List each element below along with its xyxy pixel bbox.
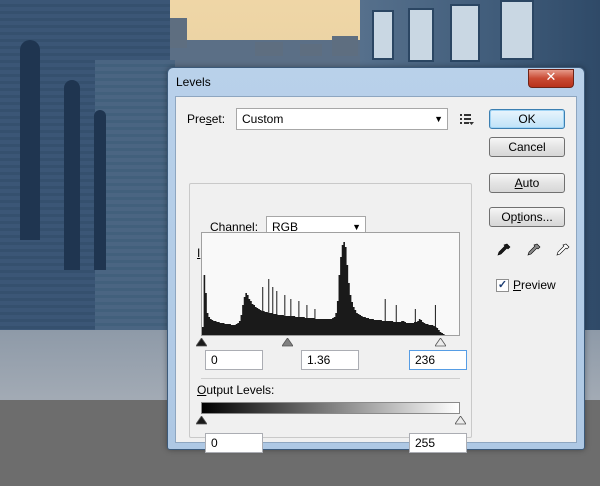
dialog-titlebar[interactable]: Levels ✕ [168, 68, 584, 94]
histogram-spike [284, 295, 286, 335]
chimney [332, 36, 358, 56]
histogram-area [202, 242, 459, 335]
levels-divider [201, 378, 460, 379]
histogram-spike [290, 299, 292, 335]
arched-window [94, 110, 106, 270]
output-white-slider[interactable] [454, 416, 466, 425]
histogram-spike [268, 279, 270, 335]
building-window [372, 10, 394, 60]
preview-checkbox[interactable]: ✓ [496, 279, 509, 292]
building-window [500, 0, 534, 60]
chimney [300, 44, 322, 56]
auto-button[interactable]: Auto [489, 173, 565, 193]
preview-label: Preview [513, 278, 556, 292]
preset-value: Custom [242, 112, 284, 126]
histogram-spike [414, 309, 416, 335]
options-button[interactable]: Options... [489, 207, 565, 227]
input-black-slider[interactable] [195, 338, 207, 347]
close-icon: ✕ [545, 70, 557, 85]
histogram-spike [262, 287, 264, 335]
gray-point-eyedropper-icon[interactable] [526, 242, 542, 258]
arched-window [64, 80, 80, 270]
chimney [255, 42, 283, 56]
input-black-field[interactable]: 0 [205, 350, 263, 370]
histogram-spike [434, 305, 436, 335]
input-white-field[interactable]: 236 [409, 350, 467, 370]
input-gamma-slider[interactable] [281, 338, 293, 347]
arched-window [20, 40, 40, 240]
output-levels-label: Output Levels: [197, 383, 275, 397]
dialog-body: Preset: Custom ▼ Channel: RGB ▼ Input Le… [175, 96, 577, 453]
histogram-spike [314, 309, 316, 335]
histogram-spike [395, 305, 397, 335]
histogram [202, 242, 459, 335]
output-black-slider[interactable] [195, 416, 207, 425]
output-black-field[interactable]: 0 [205, 433, 263, 453]
preset-label: Preset: [187, 112, 226, 126]
preset-dropdown[interactable]: Custom ▼ [236, 108, 448, 130]
histogram-spike [276, 291, 278, 335]
levels-dialog: Levels ✕ Preset: Custom ▼ Channel: RGB ▼… [167, 67, 585, 453]
histogram-spike [298, 301, 300, 335]
white-point-eyedropper-icon[interactable] [555, 242, 571, 258]
histogram-spike [384, 299, 386, 335]
histogram-spike [272, 287, 274, 335]
input-gamma-field[interactable]: 1.36 [301, 350, 359, 370]
histogram-box [201, 232, 460, 336]
preset-menu-icon[interactable] [459, 112, 475, 126]
close-button[interactable]: ✕ [528, 69, 574, 88]
output-gradient-bar [201, 402, 460, 414]
black-point-eyedropper-icon[interactable] [496, 242, 512, 258]
histogram-spike [306, 305, 308, 335]
dialog-title: Levels [176, 75, 211, 89]
output-white-field[interactable]: 255 [409, 433, 467, 453]
input-white-slider[interactable] [435, 338, 447, 347]
building-window [450, 4, 480, 62]
chevron-down-icon: ▼ [434, 114, 443, 124]
ok-button[interactable]: OK [489, 109, 565, 129]
building-window [408, 8, 434, 62]
cancel-button[interactable]: Cancel [489, 137, 565, 157]
